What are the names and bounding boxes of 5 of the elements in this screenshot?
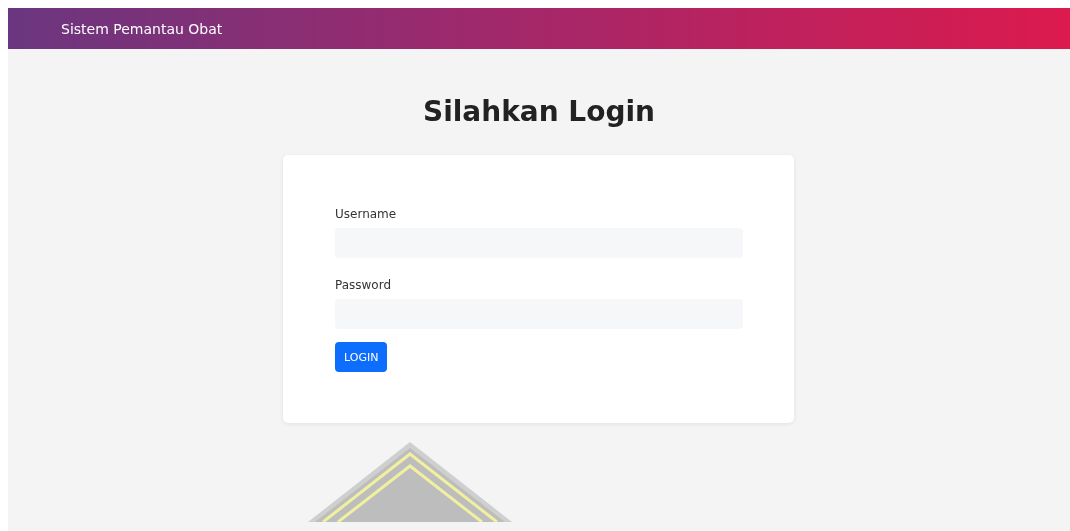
navbar-brand[interactable]: Sistem Pemantau Obat	[61, 20, 223, 37]
field-label: Password	[335, 278, 392, 292]
page-heading: Silahkan Login	[421, 95, 656, 128]
login-button[interactable]: LOGIN	[335, 342, 388, 372]
field-label: Username	[335, 207, 397, 221]
